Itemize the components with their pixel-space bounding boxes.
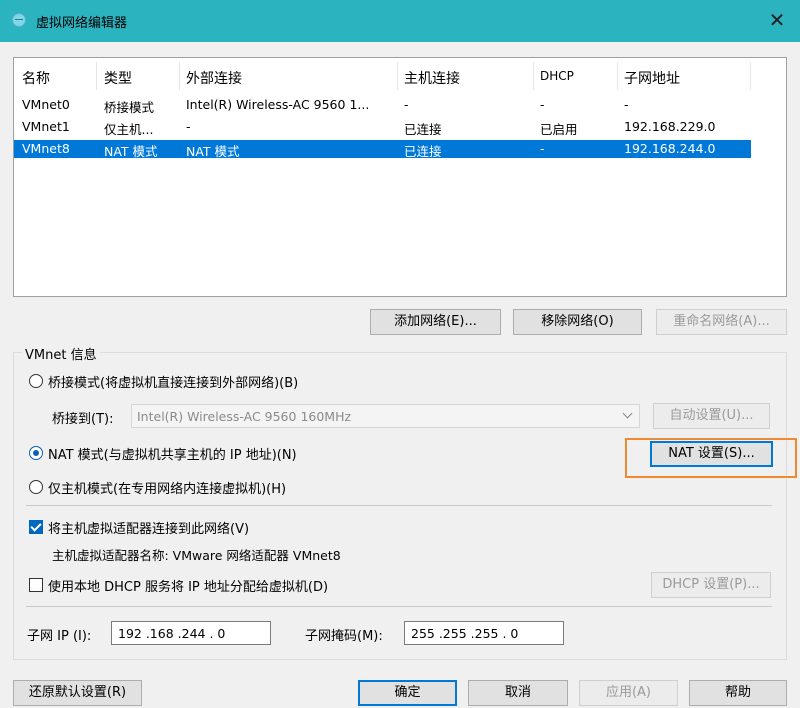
host-only-mode-radio[interactable] [29,480,43,494]
cell-external: Intel(R) Wireless-AC 9560 1... [186,97,370,112]
subnet-mask-label: 子网掩码(M): [305,629,383,644]
column-separator [397,62,398,90]
cancel-button[interactable]: 取消 [468,680,568,706]
adapter-name-text: 主机虚拟适配器名称: VMware 网络适配器 VMnet8 [52,548,341,563]
divider [26,505,772,506]
cell-subnet: 192.168.244.0 [624,141,716,156]
column-header-host[interactable]: 主机连接 [404,68,460,88]
column-header-external[interactable]: 外部连接 [186,68,242,88]
network-globe-icon [12,13,26,27]
nat-mode-label[interactable]: NAT 模式(与虚拟机共享主机的 IP 地址)(N) [48,444,297,463]
column-separator [617,62,618,90]
cell-host: 已连接 [404,122,442,137]
column-separator [750,62,751,90]
bridged-to-select[interactable]: Intel(R) Wireless-AC 9560 160MHz [131,404,640,428]
host-only-mode-label[interactable]: 仅主机模式(在专用网络内连接虚拟机)(H) [48,478,286,497]
rename-network-button[interactable]: 重命名网络(A)... [656,309,787,335]
dhcp-label[interactable]: 使用本地 DHCP 服务将 IP 地址分配给虚拟机(D) [48,576,328,595]
apply-button[interactable]: 应用(A) [579,680,678,706]
window-title: 虚拟网络编辑器 [36,16,128,31]
table-row[interactable]: VMnet0 桥接模式 Intel(R) Wireless-AC 9560 1.… [14,96,786,115]
cell-type: NAT 模式 [104,144,158,159]
network-list[interactable]: 名称 类型 外部连接 主机连接 DHCP 子网地址 VMnet0 桥接模式 In… [13,57,787,297]
cell-host: 已连接 [404,144,442,159]
cell-external: - [186,119,191,134]
cell-dhcp: - [540,141,545,156]
subnet-ip-input[interactable]: 192 .168 .244 . 0 [111,621,271,645]
dhcp-checkbox[interactable] [29,578,43,592]
subnet-ip-label: 子网 IP (I): [27,629,92,644]
column-header-dhcp[interactable]: DHCP [540,69,574,83]
column-header-name[interactable]: 名称 [22,68,50,88]
cell-type: 仅主机... [104,122,154,137]
divider [26,606,772,607]
cell-name: VMnet1 [22,119,70,134]
column-separator [533,62,534,90]
column-header-type[interactable]: 类型 [104,68,132,88]
column-separator [96,62,97,90]
cell-dhcp: 已启用 [540,122,578,137]
connect-adapter-label[interactable]: 将主机虚拟适配器连接到此网络(V) [48,518,249,537]
cell-type: 桥接模式 [104,100,155,115]
cell-subnet: - [624,97,629,112]
subnet-mask-input[interactable]: 255 .255 .255 . 0 [404,621,564,645]
cell-host: - [404,97,409,112]
bridged-to-label: 桥接到(T): [52,412,114,427]
ok-button[interactable]: 确定 [358,680,457,706]
help-button[interactable]: 帮助 [689,680,787,706]
cell-dhcp: - [540,97,545,112]
restore-defaults-button[interactable]: 还原默认设置(R) [13,680,142,706]
bridged-to-value: Intel(R) Wireless-AC 9560 160MHz [137,409,352,424]
column-separator [179,62,180,90]
bridged-mode-label[interactable]: 桥接模式(将虚拟机直接连接到外部网络)(B) [48,372,298,391]
highlight-box [625,438,797,478]
vmnet-info-label: VMnet 信息 [22,344,100,363]
cell-name: VMnet8 [22,141,70,156]
chevron-down-icon [622,408,633,419]
add-network-button[interactable]: 添加网络(E)... [370,309,501,335]
table-row-selected[interactable]: VMnet8 NAT 模式 NAT 模式 已连接 - 192.168.244.0 [14,140,751,159]
vmnet-info-group [13,352,787,660]
title-bar: 虚拟网络编辑器 ✕ [0,0,800,42]
dhcp-settings-button[interactable]: DHCP 设置(P)... [651,572,771,598]
cell-subnet: 192.168.229.0 [624,119,716,134]
cell-external: NAT 模式 [186,144,240,159]
bridged-mode-radio[interactable] [29,374,43,388]
connect-adapter-checkbox[interactable] [29,520,43,534]
nat-mode-radio[interactable] [29,446,43,460]
close-button[interactable]: ✕ [754,0,800,42]
column-header-subnet[interactable]: 子网地址 [624,68,680,88]
cell-name: VMnet0 [22,97,70,112]
auto-settings-button[interactable]: 自动设置(U)... [653,403,770,429]
virtual-network-editor-window: 虚拟网络编辑器 ✕ 名称 类型 外部连接 主机连接 DHCP 子网地址 VMne… [0,0,800,708]
table-row[interactable]: VMnet1 仅主机... - 已连接 已启用 192.168.229.0 [14,118,786,137]
network-list-header: 名称 类型 外部连接 主机连接 DHCP 子网地址 [14,62,786,90]
remove-network-button[interactable]: 移除网络(O) [513,309,642,335]
